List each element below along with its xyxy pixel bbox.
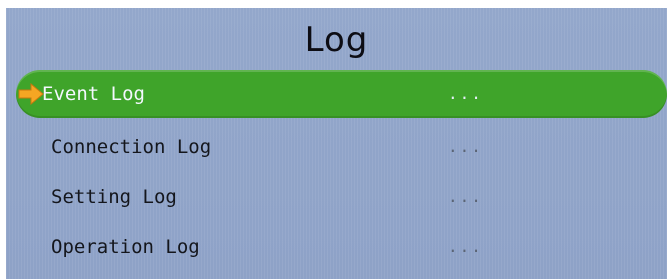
arrow-right-icon — [18, 83, 44, 105]
menu-item-value: ... — [448, 237, 483, 256]
menu-item-label: Operation Log — [51, 236, 200, 258]
log-menu-screen: Log Event Log ... Connection Log ... Set… — [6, 8, 667, 279]
menu-item-label: Event Log — [42, 83, 145, 105]
menu-item-label: Setting Log — [51, 186, 177, 208]
menu-item-value: ... — [448, 137, 483, 156]
menu-item-event-log[interactable]: Event Log ... — [16, 70, 667, 118]
menu-item-operation-log[interactable]: Operation Log ... — [16, 223, 667, 271]
menu-item-connection-log[interactable]: Connection Log ... — [16, 123, 667, 171]
menu-item-label: Connection Log — [51, 136, 212, 158]
menu-item-setting-log[interactable]: Setting Log ... — [16, 173, 667, 221]
menu-item-value: ... — [448, 187, 483, 206]
menu-item-value: ... — [448, 84, 483, 103]
page-title: Log — [304, 20, 369, 60]
